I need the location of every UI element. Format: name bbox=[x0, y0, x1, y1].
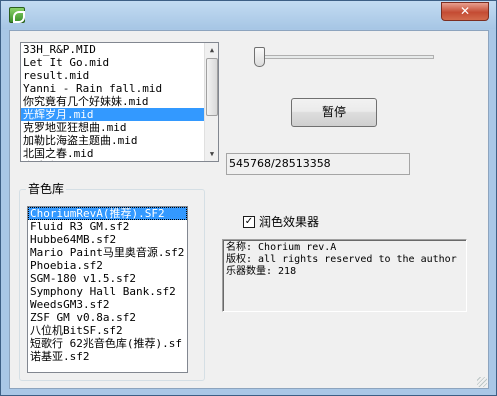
soundbank-list-item[interactable]: Mario Paint马里奥音源.sf2 bbox=[28, 246, 187, 259]
scroll-down-arrow-icon[interactable]: ▼ bbox=[205, 147, 218, 161]
song-list-item[interactable]: 克罗地亚狂想曲.mid bbox=[21, 121, 218, 134]
soundbank-list-item[interactable]: 诺基亚.sf2 bbox=[28, 350, 187, 363]
soundbank-list-item[interactable]: Symphony Hall Bank.sf2 bbox=[28, 285, 187, 298]
soundbank-list-item[interactable]: Fluid R3 GM.sf2 bbox=[28, 220, 187, 233]
song-list-scrollbar[interactable]: ▲ ▼ bbox=[204, 43, 218, 161]
effects-checkbox-label[interactable]: 润色效果器 bbox=[259, 215, 319, 229]
song-list-item[interactable]: 33H_R&P.MID bbox=[21, 43, 218, 56]
song-list-item[interactable]: Let It Go.mid bbox=[21, 56, 218, 69]
soundbank-list[interactable]: ChoriumRevA(推荐).SF2 Fluid R3 GM.sf2 Hubbe6… bbox=[27, 206, 188, 373]
progress-slider-thumb[interactable] bbox=[254, 47, 266, 67]
song-rows: 33H_R&P.MID Let It Go.mid result.mid Yanni … bbox=[21, 43, 218, 161]
info-line: 版权: all rights reserved to the author bbox=[226, 254, 457, 265]
info-line: 乐器数量: 218 bbox=[226, 266, 297, 277]
soundbank-list-item[interactable]: SGM-180 v1.5.sf2 bbox=[28, 272, 187, 285]
song-list-item[interactable]: 北国之春.mid bbox=[21, 147, 218, 160]
soundbank-group-label: 音色库 bbox=[26, 182, 67, 196]
song-list[interactable]: 33H_R&P.MID Let It Go.mid result.mid Yanni … bbox=[20, 42, 219, 162]
song-list-item[interactable]: result.mid bbox=[21, 69, 218, 82]
song-list-item[interactable]: 加勒比海盗主题曲.mid bbox=[21, 134, 218, 147]
title-bar[interactable]: ✕ bbox=[1, 1, 496, 29]
close-button[interactable]: ✕ bbox=[441, 2, 489, 21]
scroll-thumb[interactable] bbox=[206, 58, 218, 116]
app-icon[interactable] bbox=[9, 7, 25, 23]
soundbank-list-item[interactable]: ChoriumRevA(推荐).SF2 bbox=[28, 207, 187, 220]
song-list-item[interactable]: 广陵散.mid bbox=[21, 160, 218, 161]
soundbank-list-item[interactable]: WeedsGM3.sf2 bbox=[28, 298, 187, 311]
effects-checkbox[interactable]: ✓ bbox=[243, 216, 255, 228]
soundbank-list-item[interactable]: 八位机BitSF.sf2 bbox=[28, 324, 187, 337]
soundbank-list-item[interactable]: Hubbe64MB.sf2 bbox=[28, 233, 187, 246]
progress-slider-track[interactable] bbox=[254, 55, 434, 59]
soundbank-list-item[interactable]: Phoebia.sf2 bbox=[28, 259, 187, 272]
position-field: 545768/28513358 bbox=[226, 153, 410, 175]
soundbank-list-item[interactable]: ZSF GM v0.8a.sf2 bbox=[28, 311, 187, 324]
info-line: 名称: Chorium rev.A bbox=[226, 242, 337, 253]
soundbank-info-box: 名称: Chorium rev.A 版权: all rights reserved… bbox=[222, 239, 467, 312]
song-list-item[interactable]: Yanni - Rain fall.mid bbox=[21, 82, 218, 95]
app-window: ✕ 33H_R&P.MID Let It Go.mid result.mid Yann… bbox=[0, 0, 497, 396]
song-list-item[interactable]: 光辉岁月.mid bbox=[21, 108, 218, 121]
song-list-item[interactable]: 你究竟有几个好妹妹.mid bbox=[21, 95, 218, 108]
resize-grip-icon[interactable] bbox=[477, 377, 487, 387]
pause-button[interactable]: 暂停 bbox=[291, 98, 377, 127]
client-area: 33H_R&P.MID Let It Go.mid result.mid Yanni … bbox=[9, 30, 489, 389]
soundbank-rows: ChoriumRevA(推荐).SF2 Fluid R3 GM.sf2 Hubbe6… bbox=[28, 207, 187, 363]
soundbank-list-item[interactable]: 短歌行 62兆音色库(推荐).sf bbox=[28, 337, 187, 350]
scroll-up-arrow-icon[interactable]: ▲ bbox=[205, 43, 218, 57]
